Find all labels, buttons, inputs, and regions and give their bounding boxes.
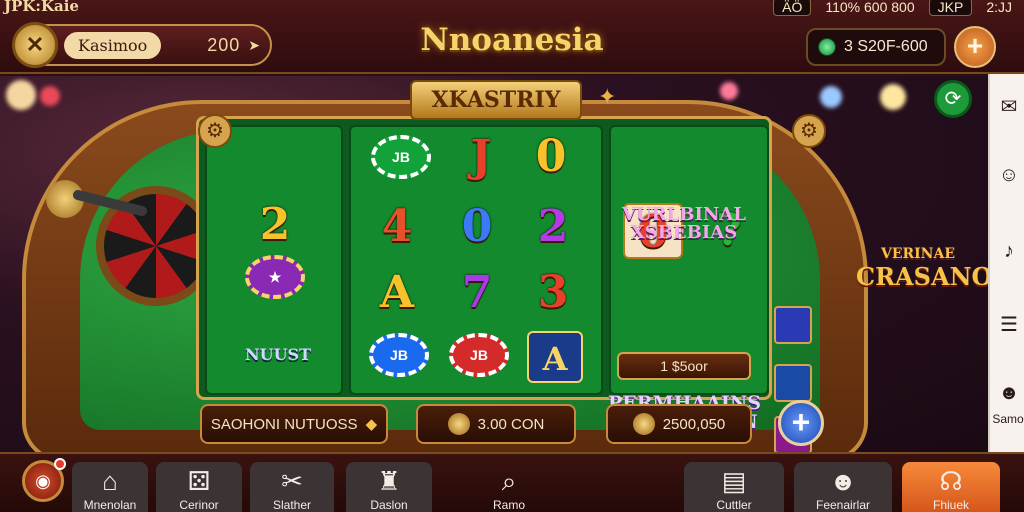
menu-icon[interactable]: ☰ — [996, 312, 1022, 338]
side-tile-icon[interactable] — [774, 364, 812, 402]
poker-chip-icon: JB — [369, 333, 429, 377]
nav-label: Slather — [272, 498, 312, 512]
reel-symbol: 2 — [537, 201, 569, 252]
nav-item-search[interactable]: ⌕ Ramo — [474, 462, 544, 512]
reel-symbol: 0 — [461, 201, 493, 252]
gem-icon — [818, 38, 836, 56]
coin-icon — [632, 413, 655, 435]
feature-banner-top: VURLBINAL XSBEBIAS — [622, 204, 746, 243]
home-icon: ⌂ — [102, 466, 118, 496]
nav-label: Ramo — [492, 498, 525, 512]
reel-symbol: 0 — [535, 131, 567, 182]
jackpot-pill[interactable]: 2500,050 — [606, 404, 752, 444]
bonus-icon: ♜ — [377, 466, 401, 496]
stage-light-icon — [6, 80, 36, 110]
status-pill-1: ÄÖ — [773, 0, 812, 16]
star-icon: ✦ — [598, 84, 617, 109]
status-right: ÄÖ 110% 600 800 JKP 2:JJ — [773, 0, 1012, 16]
crasano-sign: VERINAE CRASANO — [856, 246, 990, 316]
reel-value-plate: 1 $5oor — [617, 352, 751, 380]
users-icon: ☻ — [829, 466, 857, 496]
diamond-icon: ◆ — [365, 416, 378, 433]
nav-label: Daslon — [370, 498, 408, 512]
status-pill-2: 110% 600 800 — [825, 0, 915, 15]
nav-item-support[interactable]: ☊ Fhiuek — [902, 462, 1000, 512]
add-bet-plus-button[interactable]: + — [778, 400, 824, 446]
headset-icon: ☊ — [939, 466, 963, 496]
reel-2[interactable]: JB J 0 4 0 2 A 7 3 JB JB A — [349, 125, 603, 395]
topup-plus-button[interactable]: + — [954, 26, 996, 68]
crasano-sign-main: CRASANO — [856, 262, 990, 291]
nav-item-wallet[interactable]: ▤ Cuttler — [684, 462, 784, 512]
reel-badge-mid: A — [527, 331, 583, 383]
nav-item-slots[interactable]: ✂ Slather — [250, 462, 334, 512]
status-pill-4: 2:JJ — [986, 0, 1012, 15]
profile-icon[interactable]: ☺ — [996, 162, 1022, 188]
nav-item-bonus[interactable]: ♜ Daslon — [346, 462, 432, 512]
reel-symbol: 2 — [259, 199, 291, 250]
dice-icon: ⚄ — [187, 466, 211, 496]
bet-label-pill[interactable]: SAOHONI NUTUOSS ◆ — [200, 404, 388, 444]
nav-item-casino[interactable]: ⚄ Cerinor — [156, 462, 242, 512]
reel-symbol: A — [379, 267, 415, 318]
nav-label: Cerinor — [179, 498, 219, 512]
stage-light-icon — [40, 86, 60, 106]
reel-1[interactable]: 2 ★ NUUST — [205, 125, 343, 395]
wallet-icon: ▤ — [721, 466, 747, 496]
jackpot-value: 2500,050 — [662, 415, 726, 433]
status-left-text: JPK:Kaie — [4, 0, 79, 15]
stage-light-icon — [720, 82, 738, 100]
bet-coins-value: 3.00 CON — [477, 415, 545, 433]
nav-label: Fhiuek — [932, 498, 970, 512]
crasano-sign-top: VERINAE — [880, 246, 956, 262]
casino-scene: 2 ★ NUUST JB J 0 4 0 2 A 7 3 JB JB A 0 ?… — [0, 76, 990, 452]
nav-label: Feenairlar — [815, 498, 871, 512]
nav-item-friends[interactable]: ☻ Feenairlar — [794, 462, 892, 512]
nav-item-home[interactable]: ⌂ Mnenolan — [72, 462, 148, 512]
gear-icon[interactable]: ⚙ — [792, 114, 826, 148]
bet-label-text: SAOHONI NUTUOSS — [210, 415, 358, 433]
chat-icon[interactable]: ✉ — [996, 94, 1022, 120]
bet-coins-pill[interactable]: 3.00 CON — [416, 404, 576, 444]
right-rail: ✉ ☺ ♪ ☰ ☻ Samo — [988, 74, 1024, 454]
nav-label: Cuttler — [716, 498, 752, 512]
reel-badge-left: NUUST — [245, 345, 311, 364]
reel-symbol: 4 — [381, 201, 413, 252]
reel-symbol: J — [470, 131, 492, 182]
notification-dot — [54, 458, 66, 470]
reel-symbol: 7 — [461, 267, 493, 318]
coins-box[interactable]: 3 S20F-600 — [806, 28, 946, 66]
reels-header-banner: XKASTRIY — [410, 80, 582, 120]
rail-label: Samo — [992, 412, 1024, 426]
side-tile-icon[interactable] — [774, 306, 812, 344]
search-icon: ⌕ — [501, 466, 517, 496]
nav-label: Mnenolan — [83, 498, 137, 512]
stage-light-icon — [880, 84, 906, 110]
poker-chip-icon: JB — [449, 333, 509, 377]
top-bar: JPK:Kaie ÄÖ 110% 600 800 JKP 2:JJ ✕ Kasi… — [0, 0, 1024, 74]
slot-icon: ✂ — [281, 466, 303, 496]
poker-chip-icon: JB — [371, 135, 431, 179]
bottom-nav: ⌂ Mnenolan ⚄ Cerinor ✂ Slather ♜ Daslon … — [0, 452, 1024, 512]
reel-symbol: 3 — [537, 267, 569, 318]
notification-icon[interactable]: ♪ — [996, 238, 1022, 264]
coins-value: 3 S20F-600 — [844, 38, 928, 55]
gear-icon[interactable]: ⚙ — [198, 114, 232, 148]
user-icon[interactable]: ☻ — [996, 380, 1022, 406]
refresh-icon[interactable]: ⟳ — [934, 80, 972, 118]
status-pill-3: JKP — [928, 0, 973, 16]
poker-chip-icon: ★ — [245, 255, 305, 299]
stage-light-icon — [820, 86, 842, 108]
coin-icon — [447, 413, 470, 435]
